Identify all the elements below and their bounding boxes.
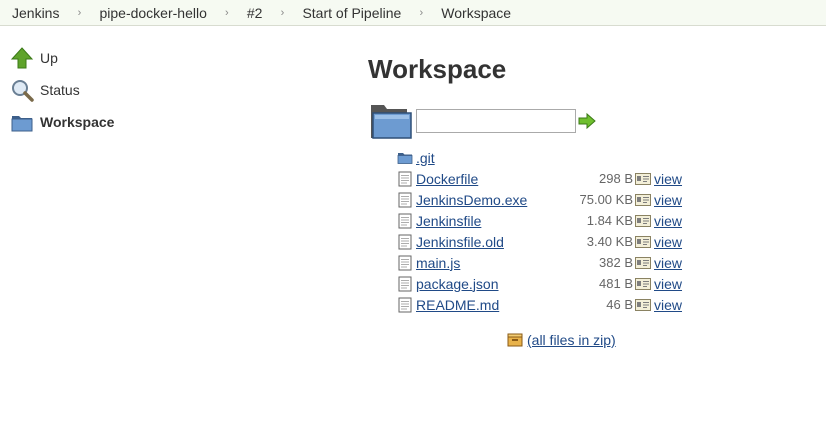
file-link[interactable]: README.md: [416, 297, 556, 313]
list-item: README.md 46 B view: [397, 294, 682, 315]
file-link[interactable]: package.json: [416, 276, 556, 292]
breadcrumb-separator-icon[interactable]: ›: [262, 0, 302, 26]
breadcrumb-separator-icon[interactable]: ›: [401, 0, 441, 26]
view-link[interactable]: view: [654, 234, 682, 250]
file-icon: [398, 171, 412, 186]
up-arrow-icon[interactable]: [10, 46, 34, 70]
file-link[interactable]: Jenkinsfile.old: [416, 234, 556, 250]
view-link[interactable]: view: [654, 297, 682, 313]
list-item: .git: [397, 147, 682, 168]
file-size: 46 B: [606, 297, 633, 312]
page-title: Workspace: [368, 54, 507, 84]
package-icon[interactable]: [507, 332, 523, 348]
zip-download[interactable]: (all files in zip): [507, 330, 616, 350]
task-status[interactable]: Status: [10, 74, 210, 106]
file-icon: [398, 213, 412, 228]
path-input[interactable]: [416, 109, 576, 133]
list-item: main.js 382 B view: [397, 252, 682, 273]
magnifier-icon[interactable]: [10, 78, 34, 102]
fingerprint-card-icon[interactable]: [635, 277, 651, 290]
task-workspace-label[interactable]: Workspace: [40, 114, 114, 130]
file-link[interactable]: JenkinsDemo.exe: [416, 192, 556, 208]
folder-icon: [397, 152, 413, 164]
task-status-label[interactable]: Status: [40, 82, 80, 98]
breadcrumb-workspace[interactable]: Workspace: [441, 0, 511, 26]
path-row: [370, 101, 596, 141]
fingerprint-card-icon[interactable]: [635, 256, 651, 269]
open-folder-icon: [371, 105, 412, 139]
breadcrumb-separator-icon[interactable]: ›: [207, 0, 247, 26]
fingerprint-card-icon[interactable]: [635, 214, 651, 227]
file-size: 382 B: [599, 255, 633, 270]
list-item: JenkinsDemo.exe 75.00 KB view: [397, 189, 682, 210]
file-link[interactable]: Jenkinsfile: [416, 213, 556, 229]
fingerprint-card-icon[interactable]: [635, 235, 651, 248]
fingerprint-card-icon[interactable]: [635, 172, 651, 185]
file-size: 1.84 KB: [586, 213, 633, 228]
breadcrumb-build[interactable]: #2: [247, 0, 263, 26]
fingerprint-card-icon[interactable]: [635, 298, 651, 311]
task-up[interactable]: Up: [10, 42, 210, 74]
view-link[interactable]: view: [654, 255, 682, 271]
all-files-zip-link[interactable]: (all files in zip): [527, 332, 616, 348]
breadcrumb: Jenkins › pipe-docker-hello › #2 › Start…: [0, 0, 826, 26]
view-link[interactable]: view: [654, 192, 682, 208]
list-item: Jenkinsfile.old 3.40 KB view: [397, 231, 682, 252]
file-size: 481 B: [599, 276, 633, 291]
view-link[interactable]: view: [654, 276, 682, 292]
breadcrumb-job[interactable]: pipe-docker-hello: [99, 0, 206, 26]
file-size: 75.00 KB: [579, 192, 634, 207]
list-item: Dockerfile 298 B view: [397, 168, 682, 189]
breadcrumb-start-of-pipeline[interactable]: Start of Pipeline: [302, 0, 401, 26]
task-workspace[interactable]: Workspace: [10, 106, 210, 138]
file-link[interactable]: main.js: [416, 255, 556, 271]
file-link[interactable]: Dockerfile: [416, 171, 556, 187]
breadcrumb-jenkins[interactable]: Jenkins: [12, 0, 59, 26]
file-size: 3.40 KB: [586, 234, 633, 249]
go-arrow-icon[interactable]: [578, 112, 596, 130]
file-list: .git Dockerfile 298 B view JenkinsDemo.e…: [397, 147, 682, 315]
list-item: Jenkinsfile 1.84 KB view: [397, 210, 682, 231]
list-item: package.json 481 B view: [397, 273, 682, 294]
file-link[interactable]: .git: [416, 150, 556, 166]
folder-icon[interactable]: [10, 110, 34, 134]
file-icon: [398, 255, 412, 270]
file-icon: [398, 234, 412, 249]
file-icon: [398, 276, 412, 291]
breadcrumb-separator-icon[interactable]: ›: [59, 0, 99, 26]
file-size: 298 B: [599, 171, 633, 186]
task-up-label[interactable]: Up: [40, 50, 58, 66]
file-icon: [398, 297, 412, 312]
file-icon: [398, 192, 412, 207]
view-link[interactable]: view: [654, 171, 682, 187]
side-panel: Up Status Workspace: [10, 42, 210, 138]
view-link[interactable]: view: [654, 213, 682, 229]
fingerprint-card-icon[interactable]: [635, 193, 651, 206]
